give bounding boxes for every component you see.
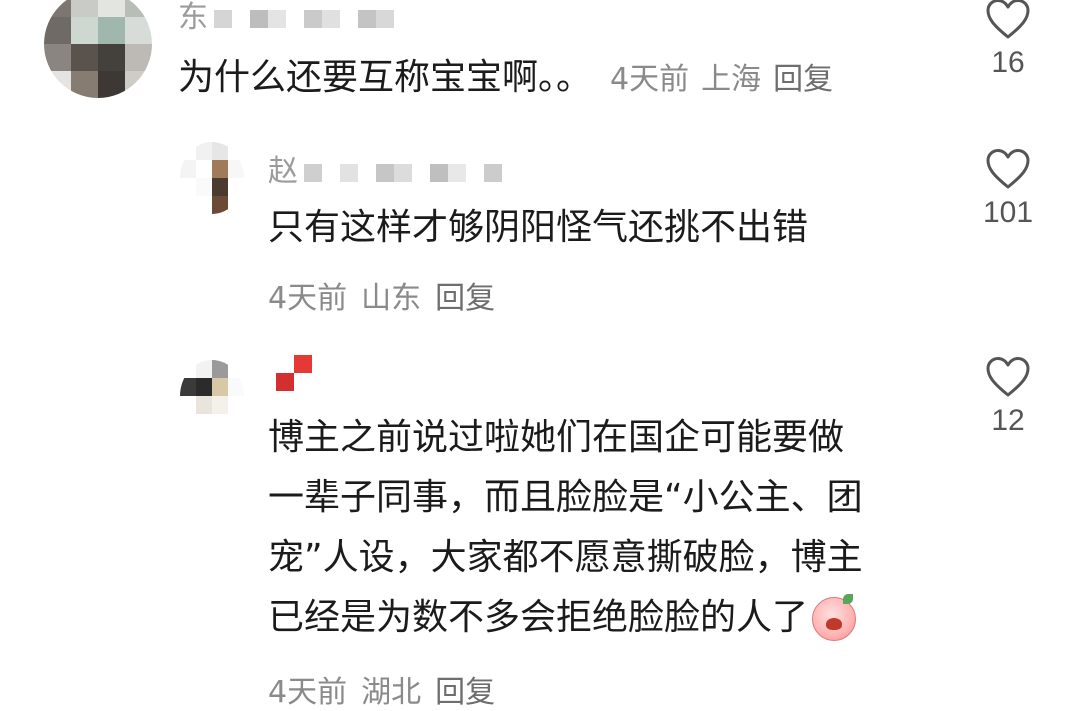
like-count: 16 <box>991 46 1025 79</box>
crying-face-emoji <box>812 594 857 641</box>
comment-meta: 4天前 上海 回复 <box>610 62 845 97</box>
comment-text: 只有这样才够阴阳怪气还挑不出错 <box>268 207 809 248</box>
username-mosaic <box>304 163 502 182</box>
comment-text-line: 一辈子同事，而且脸脸是“小公主、团 <box>268 477 863 518</box>
avatar[interactable] <box>44 0 152 98</box>
comment-time: 4天前 <box>610 62 690 97</box>
comment-location: 湖北 <box>361 675 422 710</box>
username[interactable]: 赵 <box>268 146 502 190</box>
username-mosaic <box>276 354 312 391</box>
comment-text-line: 已经是为数不多会拒绝脸脸的人了 <box>268 588 948 648</box>
reply-button[interactable]: 回复 <box>773 62 833 97</box>
comment-time: 4天前 <box>268 281 348 316</box>
like-button[interactable]: 101 <box>968 148 1048 230</box>
username[interactable]: 东 <box>178 0 394 36</box>
like-count: 101 <box>982 196 1034 229</box>
heart-outline-icon <box>986 149 1030 189</box>
comment-meta: 4天前 湖北 回复 <box>268 667 509 711</box>
reply-button[interactable]: 回复 <box>435 675 495 710</box>
heart-outline-icon <box>986 357 1030 397</box>
avatar[interactable] <box>180 360 244 432</box>
reply-button[interactable]: 回复 <box>435 281 495 316</box>
avatar[interactable] <box>180 142 244 214</box>
comment-location: 山东 <box>361 281 422 316</box>
comment-text: 博主之前说过啦她们在国企可能要做 一辈子同事，而且脸脸是“小公主、团 宠”人设，… <box>268 408 948 648</box>
comment-location: 上海 <box>701 62 762 97</box>
comment-time: 4天前 <box>268 675 348 710</box>
comment-text-line: 博主之前说过啦她们在国企可能要做 <box>268 417 845 458</box>
like-button[interactable]: 16 <box>968 0 1048 80</box>
username[interactable] <box>272 354 312 391</box>
username-mosaic <box>214 9 394 28</box>
like-button[interactable]: 12 <box>968 356 1048 438</box>
like-count: 12 <box>991 404 1025 437</box>
comment-text: 为什么还要互称宝宝啊。。 4天前 上海 回复 <box>178 48 845 110</box>
heart-outline-icon <box>986 0 1030 39</box>
comment-meta: 4天前 山东 回复 <box>268 273 509 317</box>
comment-text-line: 宠”人设，大家都不愿意撕破脸，博主 <box>268 537 863 578</box>
